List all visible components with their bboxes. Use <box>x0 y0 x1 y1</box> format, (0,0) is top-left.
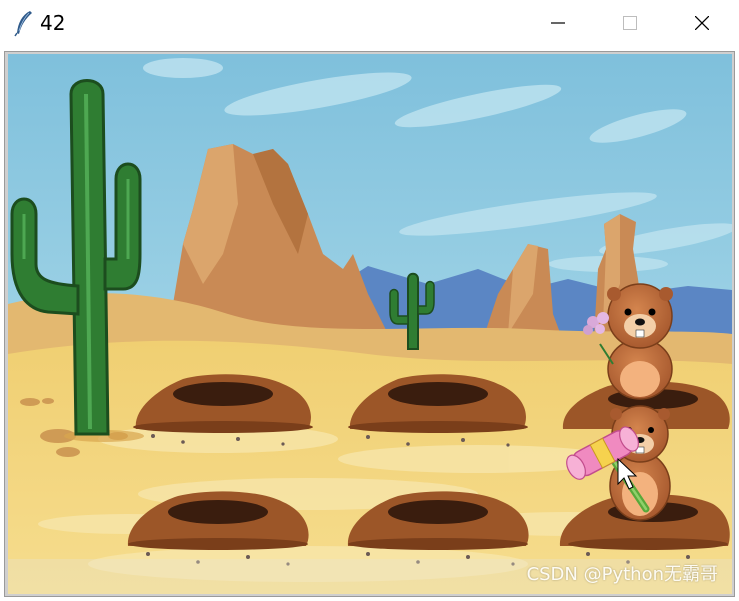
close-button[interactable] <box>679 0 725 46</box>
minimize-icon <box>551 22 565 24</box>
window-title: 42 <box>40 11 66 35</box>
maximize-button[interactable] <box>607 0 653 46</box>
feather-icon <box>14 11 32 37</box>
watermark: CSDN @Python无霸哥 <box>526 564 718 585</box>
close-icon <box>695 16 709 30</box>
title-bar: 42 <box>0 0 739 46</box>
maximize-icon <box>623 16 637 30</box>
minimize-button[interactable] <box>535 0 581 46</box>
game-canvas[interactable]: CSDN @Python无霸哥 <box>8 54 732 594</box>
